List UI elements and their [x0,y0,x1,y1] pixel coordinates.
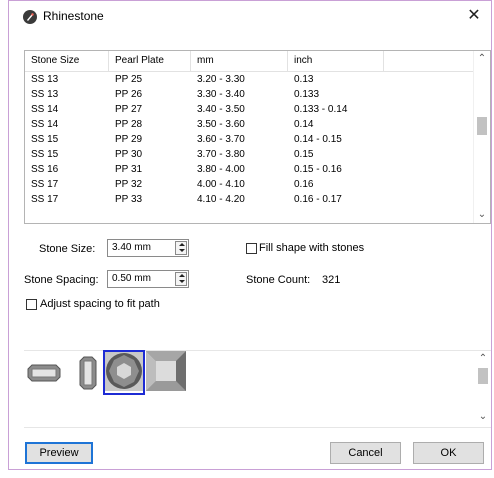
table-cell: PP 25 [115,74,143,85]
table-row[interactable]: SS 14 PP 27 3.40 - 3.50 0.133 - 0.14 [25,102,476,117]
table-cell: 3.60 - 3.70 [197,134,245,145]
chevron-up-icon[interactable]: ⌃ [474,51,490,67]
fill-shape-checkbox[interactable] [246,243,257,254]
column-header-inch[interactable]: inch [288,51,384,71]
table-row[interactable]: SS 13 PP 25 3.20 - 3.30 0.13 [25,72,476,87]
table-row[interactable]: SS 15 PP 29 3.60 - 3.70 0.14 - 0.15 [25,132,476,147]
table-cell: 0.13 [294,74,314,85]
table-cell: SS 13 [31,89,59,100]
table-body: SS 13 PP 25 3.20 - 3.30 0.13 SS 13 PP 26 3.30 … [25,72,476,207]
stone-size-table[interactable]: Stone Size Pearl Plate mm inch SS 13 PP 2… [24,50,491,224]
table-cell: PP 28 [115,119,143,130]
chevron-down-icon[interactable]: ⌄ [475,409,491,425]
table-cell: 0.14 - 0.15 [294,134,342,145]
table-cell: SS 17 [31,179,59,190]
table-cell: 0.133 [294,89,320,100]
window-title: Rhinestone [43,9,104,23]
table-cell: PP 30 [115,149,143,160]
table-cell: 4.10 - 4.20 [197,194,245,205]
column-header-stone-size[interactable]: Stone Size [25,51,109,71]
round-stone-shape[interactable] [103,350,145,395]
table-cell: PP 26 [115,89,143,100]
table-cell: SS 14 [31,119,59,130]
table-row[interactable]: SS 15 PP 30 3.70 - 3.80 0.15 [25,147,476,162]
rect-baguette-horizontal-shape[interactable] [26,363,62,386]
column-header-mm[interactable]: mm [191,51,288,71]
stone-size-value[interactable]: 3.40 mm [112,242,151,253]
ok-button[interactable]: OK [413,442,484,464]
chevron-down-icon[interactable]: ⌄ [474,207,490,223]
table-cell: 3.50 - 3.60 [197,119,245,130]
table-cell: PP 32 [115,179,143,190]
fill-shape-label[interactable]: Fill shape with stones [259,242,364,254]
table-cell: SS 13 [31,74,59,85]
table-row[interactable]: SS 17 PP 33 4.10 - 4.20 0.16 - 0.17 [25,192,476,207]
stone-spacing-value[interactable]: 0.50 mm [112,273,151,284]
table-cell: PP 33 [115,194,143,205]
table-cell: SS 15 [31,149,59,160]
table-cell: SS 14 [31,104,59,115]
table-cell: 0.15 - 0.16 [294,164,342,175]
table-cell: SS 16 [31,164,59,175]
table-row[interactable]: SS 17 PP 32 4.00 - 4.10 0.16 [25,177,476,192]
table-cell: 0.14 [294,119,314,130]
table-cell: 0.133 - 0.14 [294,104,348,115]
table-cell: PP 31 [115,164,143,175]
table-cell: PP 27 [115,104,143,115]
adjust-spacing-label[interactable]: Adjust spacing to fit path [40,298,160,310]
table-scrollbar[interactable]: ⌃ ⌄ [473,51,490,223]
table-row[interactable]: SS 13 PP 26 3.30 - 3.40 0.133 [25,87,476,102]
title-bar: Rhinestone ✕ [9,1,491,31]
rect-baguette-vertical-shape[interactable] [78,355,98,394]
table-cell: 0.15 [294,149,314,160]
table-header: Stone Size Pearl Plate mm inch [25,51,476,72]
cancel-button[interactable]: Cancel [330,442,401,464]
scroll-thumb[interactable] [477,117,487,135]
column-header-empty [384,51,476,71]
table-cell: 3.70 - 3.80 [197,149,245,160]
stone-count-value: 321 [322,274,341,286]
stone-spacing-spin-buttons[interactable] [175,272,187,286]
table-row[interactable]: SS 16 PP 31 3.80 - 4.00 0.15 - 0.16 [25,162,476,177]
table-row[interactable]: SS 14 PP 28 3.50 - 3.60 0.14 [25,117,476,132]
table-cell: 3.30 - 3.40 [197,89,245,100]
table-cell: PP 29 [115,134,143,145]
table-cell: 3.40 - 3.50 [197,104,245,115]
table-cell: SS 17 [31,194,59,205]
square-stone-shape[interactable] [146,351,186,394]
stone-spacing-label: Stone Spacing: [24,274,99,286]
table-cell: 4.00 - 4.10 [197,179,245,190]
stone-count-label: Stone Count: [246,274,311,286]
table-cell: SS 15 [31,134,59,145]
close-icon[interactable]: ✕ [463,5,485,27]
stone-size-spinner[interactable]: 3.40 mm [107,239,189,257]
rhinestone-dialog: Rhinestone ✕ Stone Size Pearl Plate mm i… [8,0,492,470]
table-cell: 3.20 - 3.30 [197,74,245,85]
stone-size-label: Stone Size: [39,243,96,255]
stone-spacing-spinner[interactable]: 0.50 mm [107,270,189,288]
column-header-pearl-plate[interactable]: Pearl Plate [109,51,191,71]
adjust-spacing-checkbox[interactable] [26,299,37,310]
table-cell: 0.16 - 0.17 [294,194,342,205]
table-cell: 0.16 [294,179,314,190]
stone-size-spin-buttons[interactable] [175,241,187,255]
stone-shape-picker: ⌃ ⌄ [24,350,491,428]
rhinestone-app-icon [23,10,37,24]
preview-button[interactable]: Preview [25,442,93,464]
shape-scrollbar[interactable]: ⌃ ⌄ [475,351,491,425]
chevron-up-icon[interactable]: ⌃ [475,351,491,367]
table-cell: 3.80 - 4.00 [197,164,245,175]
scroll-thumb[interactable] [478,368,488,384]
